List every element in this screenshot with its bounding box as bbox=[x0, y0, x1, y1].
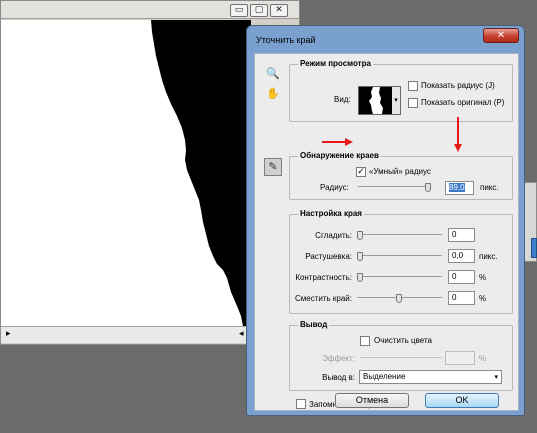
arrow-to-smart-radius bbox=[322, 138, 353, 146]
arrow-to-radius-value bbox=[454, 117, 462, 152]
annotation-arrows bbox=[322, 117, 462, 152]
